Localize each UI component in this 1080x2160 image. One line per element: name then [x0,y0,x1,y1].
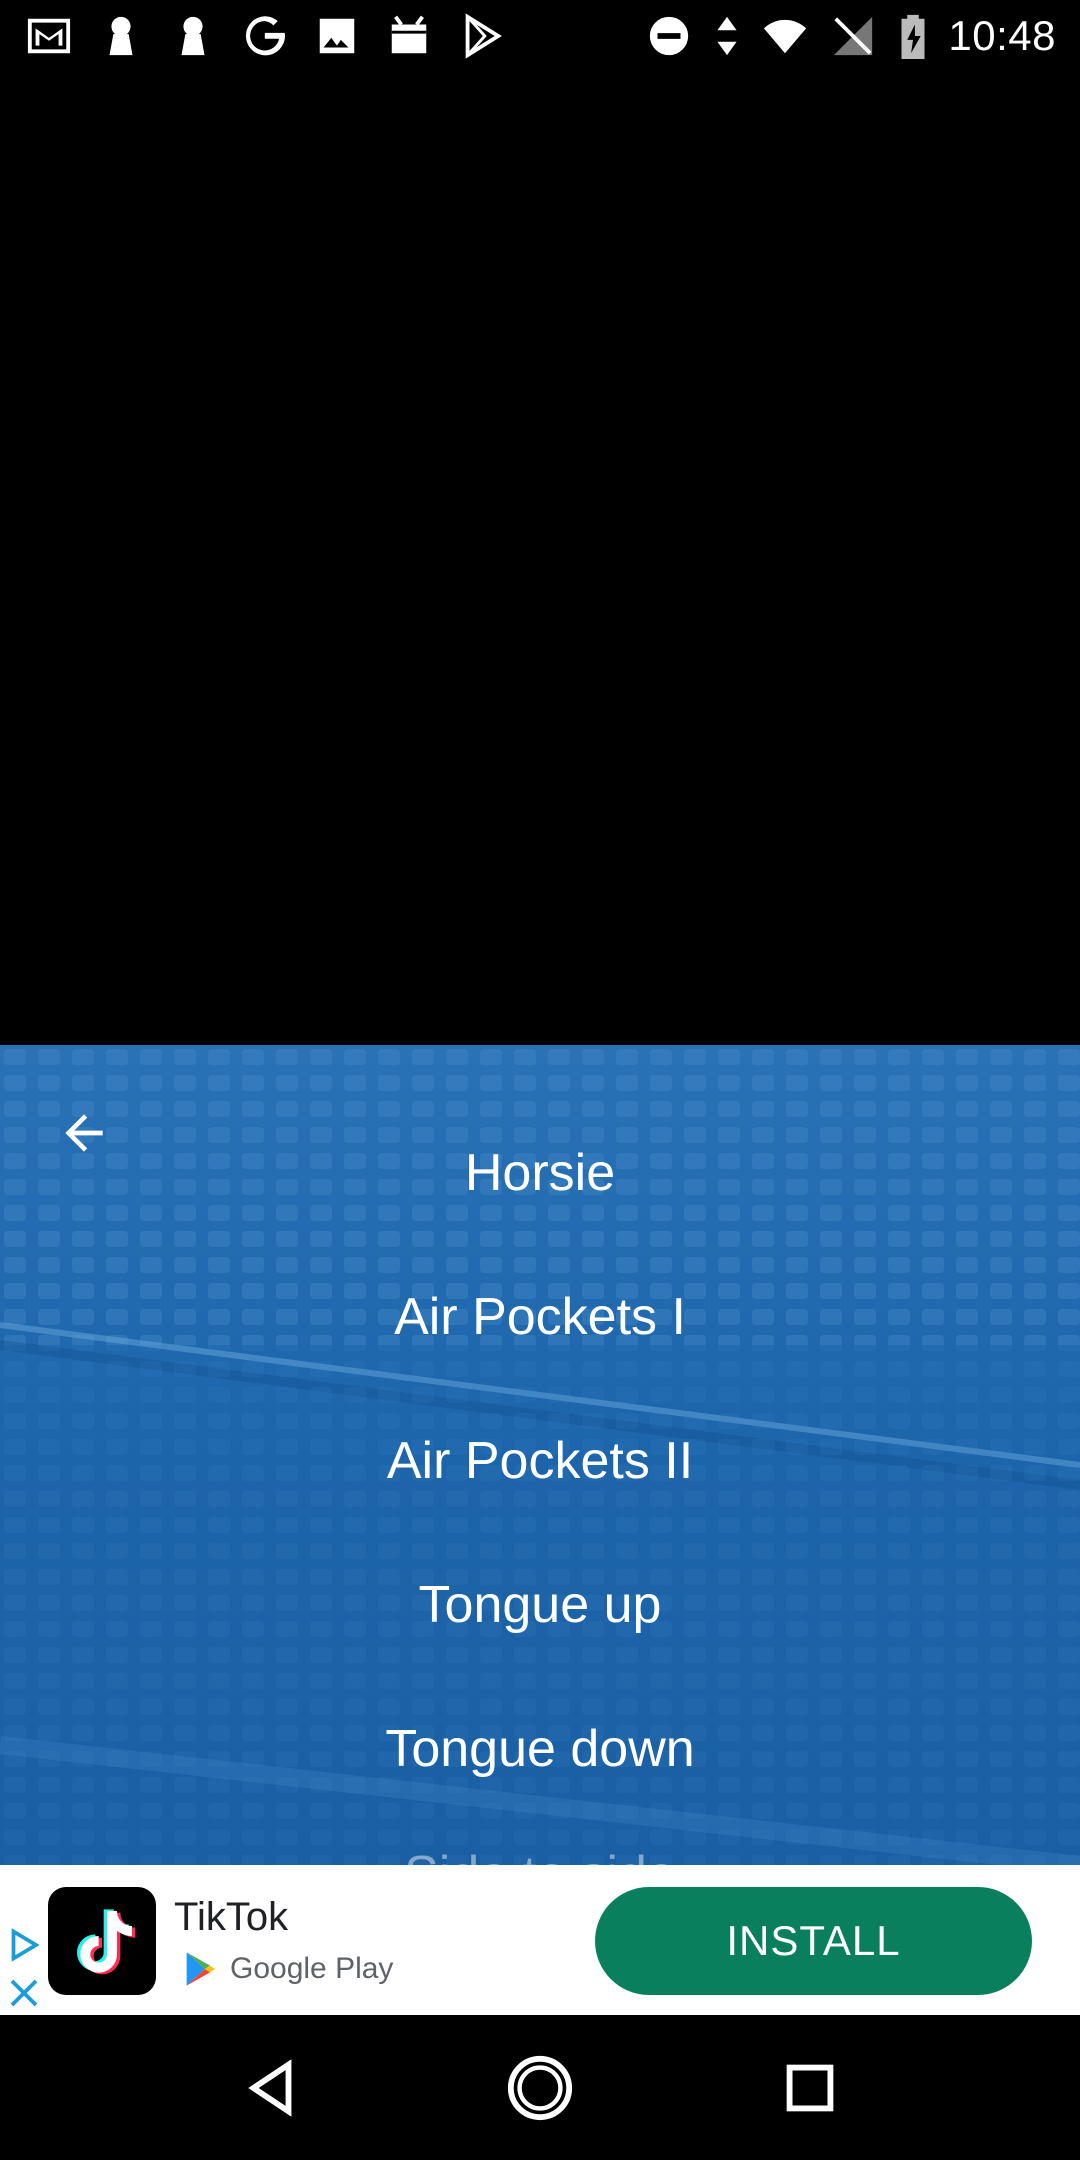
play-store-icon [456,13,506,59]
menu-panel: Horsie Air Pockets I Air Pockets II Tong… [0,1045,1080,1865]
nav-home-button[interactable] [505,2053,575,2123]
data-arrows-icon [712,13,742,59]
list-item-side-to-side[interactable]: Side to side [0,1835,1080,1865]
keyhole-icon [96,13,146,59]
ad-banner[interactable]: TikTok Google Play INSTALL [0,1865,1080,2015]
image-icon [312,13,362,59]
google-play-icon [186,1952,215,1986]
wifi-icon [760,13,810,59]
nav-recents-button[interactable] [775,2053,845,2123]
status-bar: 10:48 [0,0,1080,72]
home-icon [507,2055,573,2121]
navigation-bar [0,2015,1080,2160]
ad-store-name: Google Play [230,1952,394,1985]
battery-charging-icon [896,13,930,59]
ad-app-name[interactable]: TikTok [174,1895,288,1940]
keyhole-icon [168,13,218,59]
tiktok-app-icon[interactable] [48,1887,156,1995]
ad-close-icon[interactable] [6,1975,42,2011]
list-item-horsie[interactable]: Horsie [0,1133,1080,1213]
ad-choices-icon[interactable] [6,1927,42,1963]
google-icon [240,13,290,59]
do-not-disturb-icon [644,13,694,59]
list-item-tongue-down[interactable]: Tongue down [0,1709,1080,1789]
back-arrow-button[interactable] [52,1101,116,1165]
nav-back-button[interactable] [236,2053,306,2123]
back-icon [248,2059,292,2117]
install-button[interactable]: INSTALL [595,1887,1032,1995]
list-item-air-pockets-2[interactable]: Air Pockets II [0,1421,1080,1501]
video-area[interactable] [0,72,1080,1045]
list-item-air-pockets-1[interactable]: Air Pockets I [0,1277,1080,1357]
no-signal-icon [828,13,878,59]
status-left-icons [24,12,506,60]
gmail-icon [24,13,74,59]
status-right-icons: 10:48 [644,12,1056,60]
status-time: 10:48 [948,12,1056,59]
list-item-tongue-up[interactable]: Tongue up [0,1565,1080,1645]
recents-icon [786,2064,834,2112]
calendar-icon [384,13,434,59]
arrow-left-icon [65,1114,103,1152]
ad-store-info: Google Play [180,1949,393,1989]
